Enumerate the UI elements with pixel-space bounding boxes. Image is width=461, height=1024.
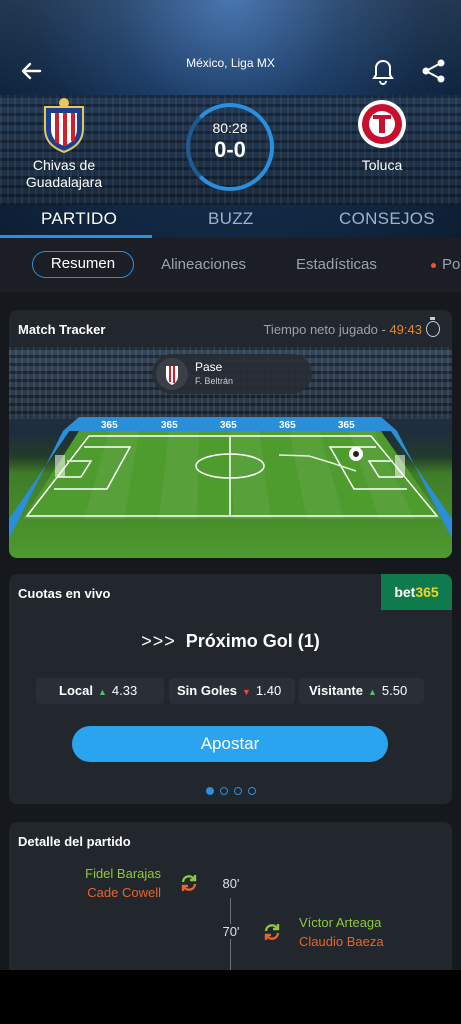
board-text: 365	[338, 420, 355, 431]
live-odds-card: Cuotas en vivo bet365 >>> Próximo Gol (1)…	[9, 574, 452, 804]
home-team-name: Chivas de Guadalajara	[25, 157, 103, 190]
page-dot[interactable]	[233, 787, 242, 795]
trend-up-icon: ▲	[367, 687, 377, 697]
match-tracker-field[interactable]: 365 365 365 365 365 Pase F. Beltrán	[9, 347, 452, 558]
page-dot[interactable]	[247, 787, 256, 795]
bet365-logo-bet: bet	[394, 584, 416, 600]
event-title: Pase	[195, 360, 223, 374]
share-icon[interactable]	[421, 58, 447, 84]
odd-value: 1.40	[255, 683, 282, 698]
page-dot[interactable]	[219, 787, 228, 795]
carousel-pagination	[9, 782, 452, 800]
system-bottom-bar	[0, 970, 461, 1024]
live-dot-icon	[431, 262, 436, 268]
tab-buzz[interactable]: BUZZ	[208, 209, 254, 229]
substitution-icon	[262, 922, 282, 942]
subtab-alineaciones[interactable]: Alineaciones	[161, 256, 246, 273]
match-detail-card: Detalle del partido Fidel Barajas Cade C…	[9, 822, 452, 982]
stopwatch-icon	[426, 317, 440, 337]
event-minute: 70'	[216, 924, 246, 939]
match-detail-title: Detalle del partido	[18, 834, 131, 849]
score-clock: 80:28 0-0	[186, 103, 274, 191]
page-dot[interactable]	[205, 787, 214, 795]
subtab-live[interactable]: Po	[431, 256, 460, 273]
odd-value: 5.50	[381, 683, 408, 698]
trend-up-icon: ▲	[97, 687, 107, 697]
pitch-graphic: 365 365 365 365 365	[9, 417, 452, 539]
subtab-estadisticas[interactable]: Estadísticas	[296, 256, 377, 273]
bet365-logo-365: 365	[415, 584, 439, 600]
net-time-value: 49:43	[389, 322, 422, 337]
event-minute: 80'	[216, 876, 246, 891]
odd-value: 4.33	[111, 683, 138, 698]
substitution-icon	[179, 873, 199, 893]
home-team[interactable]: Chivas de Guadalajara	[4, 97, 124, 191]
board-text: 365	[161, 420, 178, 431]
odd-label: Sin Goles	[177, 683, 237, 698]
odd-local[interactable]: Local ▲ 4.33	[36, 678, 164, 704]
tab-partido[interactable]: PARTIDO	[41, 209, 117, 229]
triple-chevron-icon: >>>	[141, 631, 176, 651]
next-goal-label: Próximo Gol (1)	[185, 631, 320, 651]
event-pill: Pase F. Beltrán	[152, 354, 312, 394]
odd-visitante[interactable]: Visitante ▲ 5.50	[299, 678, 424, 704]
subtab-resumen[interactable]: Resumen	[32, 251, 134, 278]
board-text: 365	[101, 420, 118, 431]
bet365-logo[interactable]: bet365	[381, 574, 452, 610]
subtab-live-label: Po	[442, 256, 461, 273]
away-team-name: Toluca	[361, 157, 403, 173]
match-tracker-card: Match Tracker Tiempo neto jugado - 49:43…	[9, 310, 452, 558]
away-team[interactable]: Toluca	[322, 97, 442, 174]
next-goal-market: >>> Próximo Gol (1)	[9, 631, 452, 652]
event-player: F. Beltrán	[195, 376, 234, 386]
match-tracker-title: Match Tracker	[18, 322, 106, 337]
match-clock: 80:28	[212, 120, 248, 136]
odd-label: Visitante	[309, 683, 363, 698]
player-out[interactable]: Claudio Baeza	[299, 934, 384, 949]
match-score: 0-0	[214, 137, 246, 162]
trend-down-icon: ▼	[241, 687, 251, 697]
toluca-crest-icon	[357, 97, 407, 153]
chivas-small-crest-icon	[156, 358, 188, 390]
net-time-label: Tiempo neto jugado -	[263, 322, 390, 337]
player-out[interactable]: Cade Cowell	[87, 885, 161, 900]
main-tabs: PARTIDO BUZZ CONSEJOS	[0, 200, 461, 238]
board-text: 365	[220, 420, 237, 431]
bell-icon[interactable]	[371, 58, 395, 86]
odd-sin-goles[interactable]: Sin Goles ▼ 1.40	[169, 678, 295, 704]
content-area: Match Tracker Tiempo neto jugado - 49:43…	[0, 292, 461, 982]
tab-consejos[interactable]: CONSEJOS	[339, 209, 435, 229]
chivas-crest-icon	[39, 97, 89, 154]
apostar-button[interactable]: Apostar	[72, 726, 388, 762]
board-text: 365	[279, 420, 296, 431]
odd-label: Local	[59, 683, 93, 698]
live-odds-title: Cuotas en vivo	[18, 586, 111, 601]
match-header: México, Liga MX Chivas de Guadalajara 80…	[0, 0, 461, 238]
player-in[interactable]: Víctor Arteaga	[299, 915, 381, 930]
net-time-played: Tiempo neto jugado - 49:43	[263, 322, 422, 337]
sub-tabs: Resumen Alineaciones Estadísticas Po	[0, 238, 461, 292]
player-in[interactable]: Fidel Barajas	[85, 866, 161, 881]
